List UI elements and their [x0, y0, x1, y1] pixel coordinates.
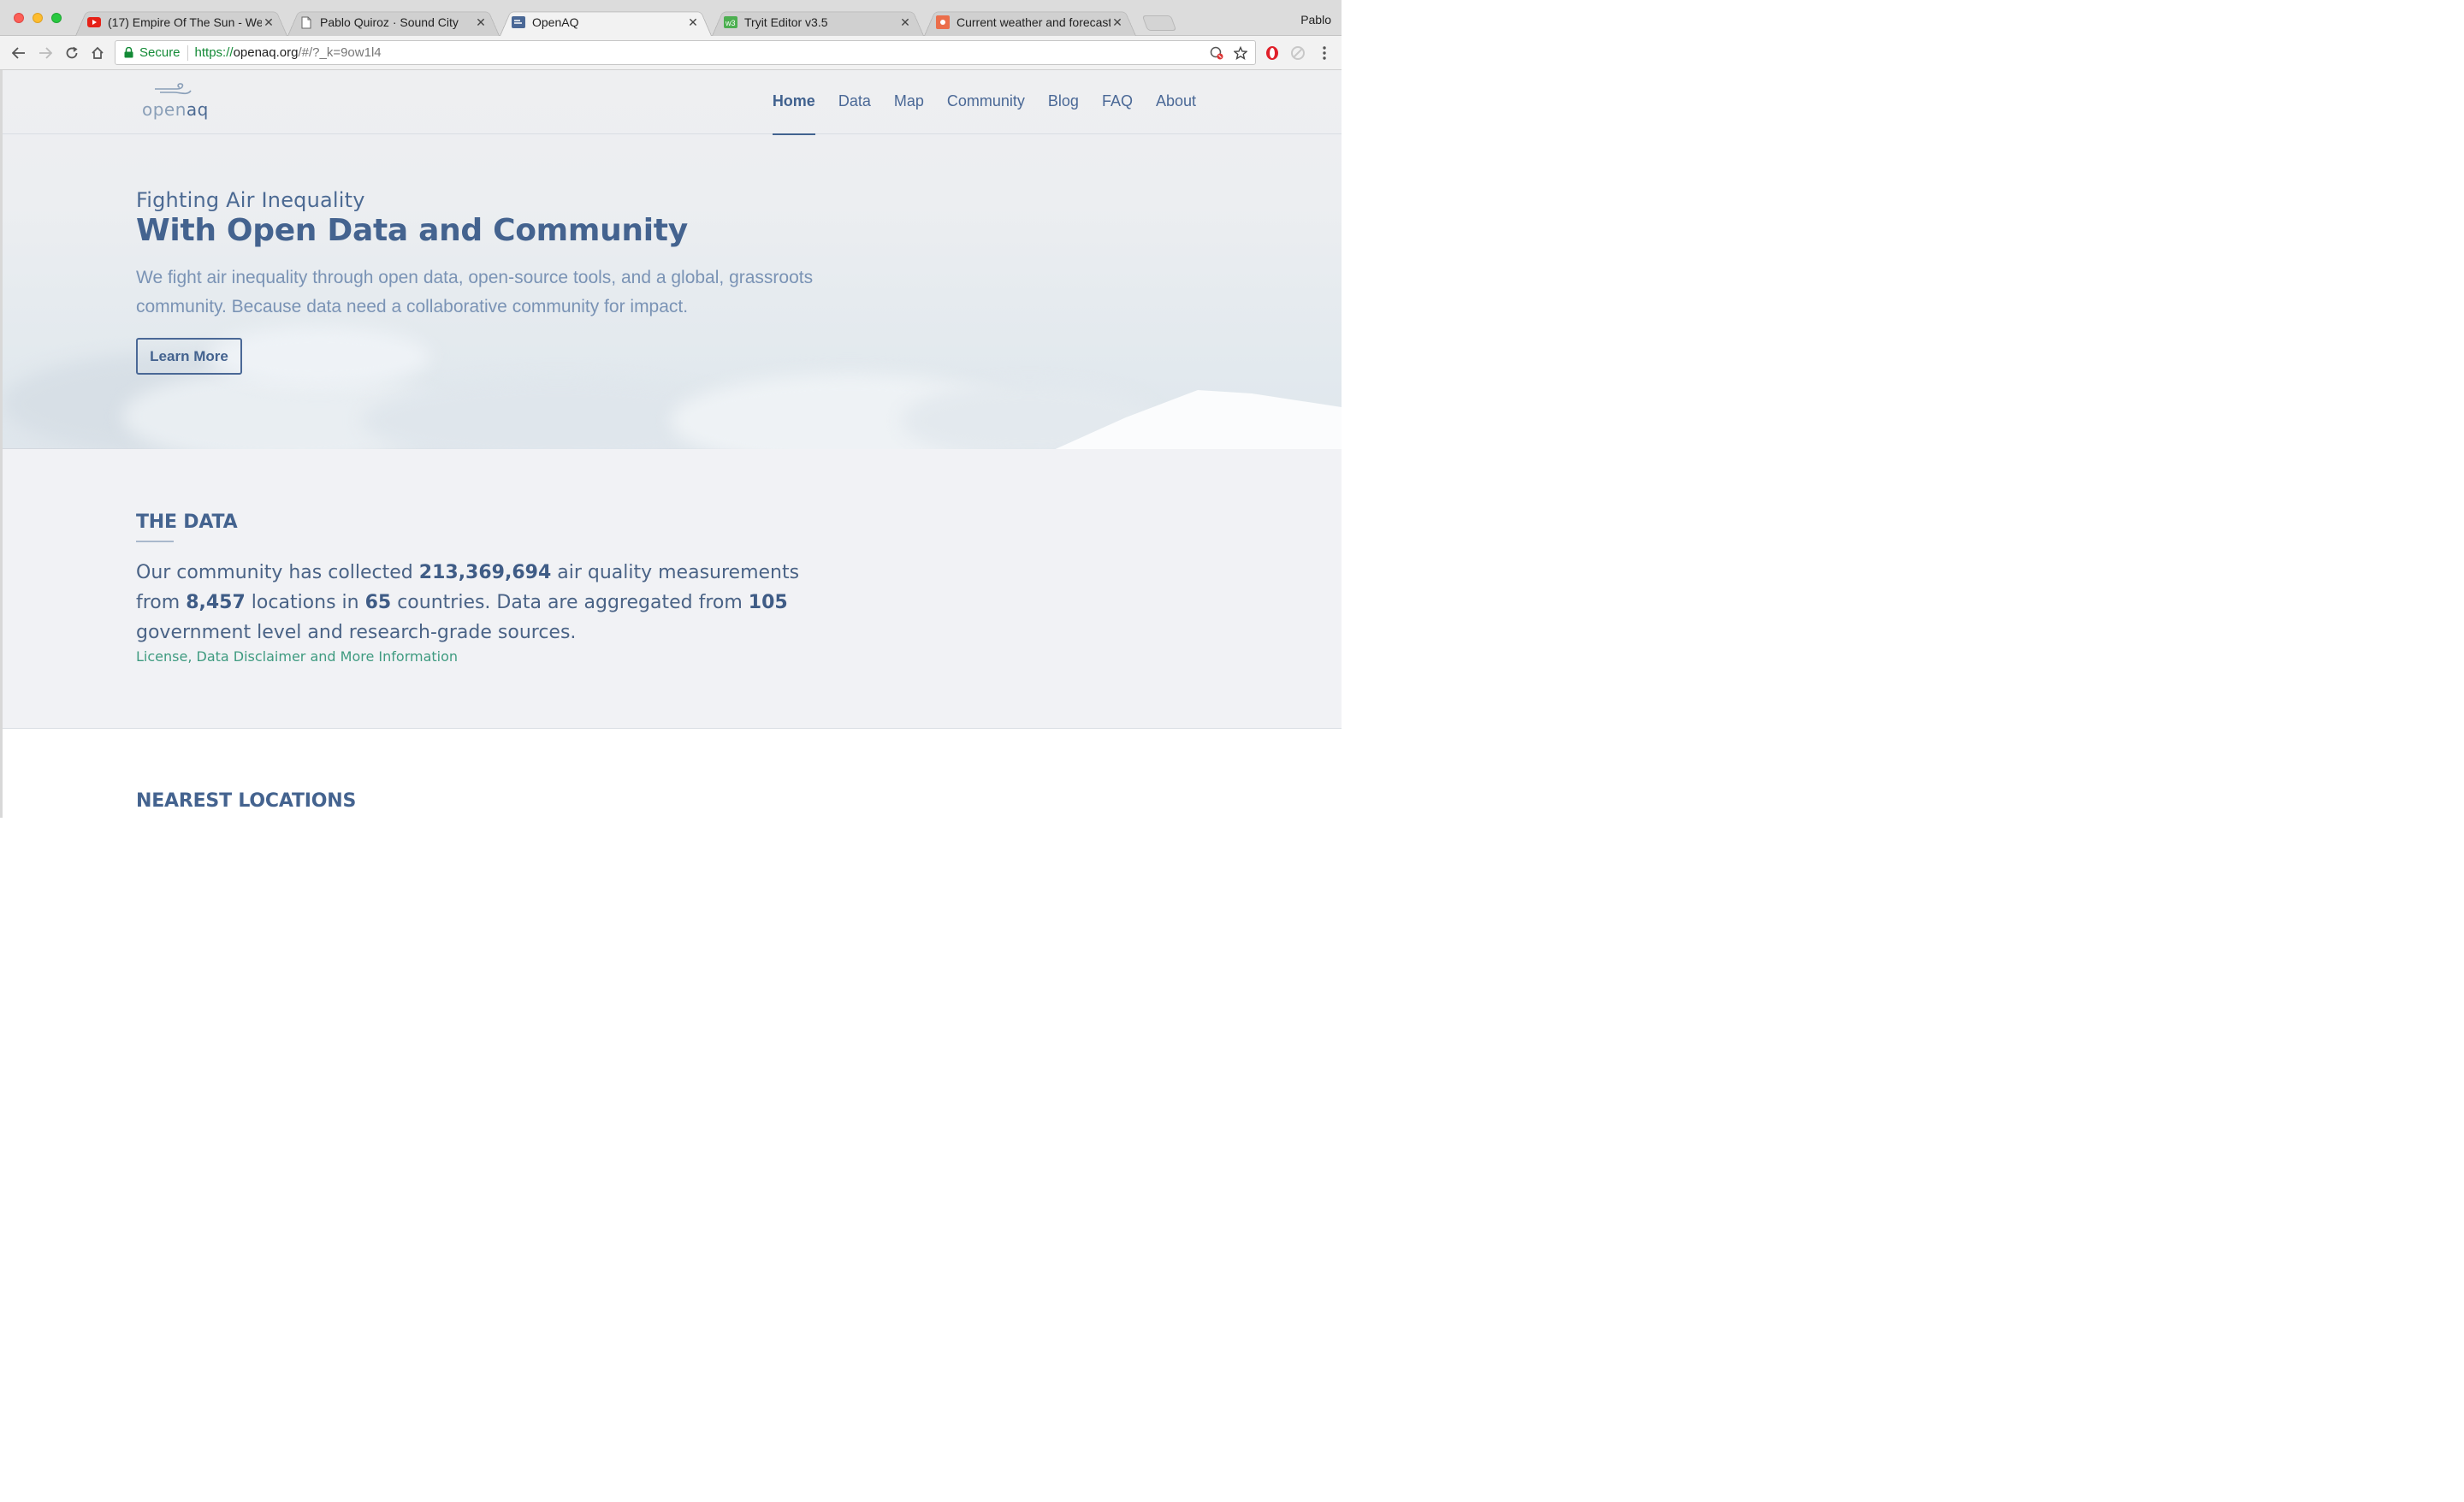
- close-icon[interactable]: ✕: [262, 15, 275, 30]
- url-host: openaq.org: [233, 45, 299, 60]
- hero-text: Fighting Air Inequality With Open Data a…: [136, 188, 872, 322]
- license-link[interactable]: License, Data Disclaimer and More Inform…: [136, 648, 458, 665]
- profile-name[interactable]: Pablo: [1300, 13, 1331, 27]
- tab-title: Pablo Quiroz · Sound City: [320, 15, 459, 29]
- w3-icon: w3: [724, 15, 737, 29]
- url-path: /#/?_k=9ow1l4: [298, 45, 382, 60]
- forward-button[interactable]: [35, 43, 56, 63]
- new-tab-button[interactable]: [1141, 15, 1177, 31]
- sources-count: 105: [748, 592, 788, 613]
- data-text-part: locations in: [245, 592, 365, 613]
- nav-community[interactable]: Community: [947, 70, 1025, 134]
- sun-icon: [936, 15, 950, 29]
- close-icon[interactable]: ✕: [1111, 15, 1124, 30]
- home-icon: [92, 46, 104, 59]
- data-section-title: THE DATA: [136, 512, 238, 533]
- data-text-part: government level and research-grade sour…: [136, 622, 577, 643]
- tab-title: OpenAQ: [532, 15, 579, 29]
- data-summary: Our community has collected 213,369,694 …: [136, 558, 846, 648]
- back-arrow-icon: [12, 47, 25, 59]
- nearest-section-title: NEAREST LOCATIONS: [136, 790, 357, 812]
- nav-about[interactable]: About: [1156, 70, 1196, 134]
- section-rule: [136, 541, 174, 542]
- minimize-window-button[interactable]: [33, 13, 43, 23]
- more-vertical-icon: [1323, 46, 1326, 60]
- opera-extension-icon[interactable]: [1264, 44, 1281, 62]
- nav-faq[interactable]: FAQ: [1102, 70, 1133, 134]
- site-header: openaq Home Data Map Community Blog FAQ …: [3, 70, 1342, 135]
- openaq-logo[interactable]: openaq: [139, 82, 211, 121]
- svg-text:w3: w3: [725, 19, 736, 27]
- data-section: THE DATA Our community has collected 213…: [3, 449, 1342, 729]
- hero-kicker: Fighting Air Inequality: [136, 188, 365, 212]
- web-page: openaq Home Data Map Community Blog FAQ …: [3, 70, 1342, 818]
- nav-data[interactable]: Data: [838, 70, 871, 134]
- blocked-content-icon[interactable]: [1209, 45, 1224, 61]
- address-bar[interactable]: Secure https://openaq.org/#/?_k=9ow1l4: [115, 40, 1256, 65]
- reload-button[interactable]: [62, 43, 82, 63]
- extension-icon[interactable]: [1289, 44, 1306, 62]
- back-button[interactable]: [9, 43, 29, 63]
- nav-map[interactable]: Map: [894, 70, 924, 134]
- browser-toolbar: Secure https://openaq.org/#/?_k=9ow1l4: [0, 36, 1342, 70]
- lock-icon: [122, 47, 134, 59]
- youtube-icon: [87, 15, 101, 29]
- document-icon: [299, 15, 313, 29]
- nearest-locations-section: NEAREST LOCATIONS: [3, 729, 1342, 818]
- home-button[interactable]: [87, 43, 108, 63]
- tab-title: (17) Empire Of The Sun - We A: [108, 15, 262, 29]
- main-nav: Home Data Map Community Blog FAQ About: [749, 70, 1196, 135]
- nav-home[interactable]: Home: [772, 70, 815, 135]
- reload-icon: [66, 46, 78, 59]
- nav-blog[interactable]: Blog: [1048, 70, 1079, 134]
- learn-more-button[interactable]: Learn More: [136, 338, 242, 375]
- browser-tab-sound-city[interactable]: Pablo Quiroz · Sound City ✕: [287, 9, 500, 36]
- measurements-count: 213,369,694: [418, 562, 552, 583]
- hero-section: openaq Home Data Map Community Blog FAQ …: [3, 70, 1342, 468]
- close-icon[interactable]: ✕: [686, 15, 700, 30]
- tab-title: Current weather and forecast: [957, 15, 1111, 29]
- bookmark-star-icon[interactable]: [1233, 45, 1248, 61]
- tab-title: Tryit Editor v3.5: [744, 15, 828, 29]
- browser-tab-openaq[interactable]: OpenAQ ✕: [500, 9, 712, 36]
- locations-count: 8,457: [186, 592, 246, 613]
- browser-tab-strip: (17) Empire Of The Sun - We A ✕ Pablo Qu…: [0, 0, 1342, 36]
- logo-text-open: open: [142, 99, 187, 120]
- secure-label: Secure: [139, 45, 181, 60]
- browser-tab-weather[interactable]: Current weather and forecast ✕: [924, 9, 1136, 36]
- close-icon[interactable]: ✕: [898, 15, 912, 30]
- data-text-part: countries. Data are aggregated from: [391, 592, 749, 613]
- close-icon[interactable]: ✕: [474, 15, 488, 30]
- browser-tab-youtube[interactable]: (17) Empire Of The Sun - We A ✕: [75, 9, 287, 36]
- wind-icon: [155, 83, 192, 95]
- data-text-part: Our community has collected: [136, 562, 419, 583]
- openaq-icon: [512, 15, 525, 29]
- hero-headline: With Open Data and Community: [136, 213, 688, 248]
- maximize-window-button[interactable]: [51, 13, 62, 23]
- countries-count: 65: [364, 592, 392, 613]
- browser-menu-button[interactable]: [1316, 44, 1333, 62]
- logo-text-aq: aq: [186, 99, 209, 120]
- close-window-button[interactable]: [14, 13, 24, 23]
- browser-tab-tryit[interactable]: w3 Tryit Editor v3.5 ✕: [712, 9, 924, 36]
- hero-lede: We fight air inequality through open dat…: [136, 268, 814, 316]
- url-scheme: https://: [194, 45, 234, 60]
- forward-arrow-icon: [39, 47, 52, 59]
